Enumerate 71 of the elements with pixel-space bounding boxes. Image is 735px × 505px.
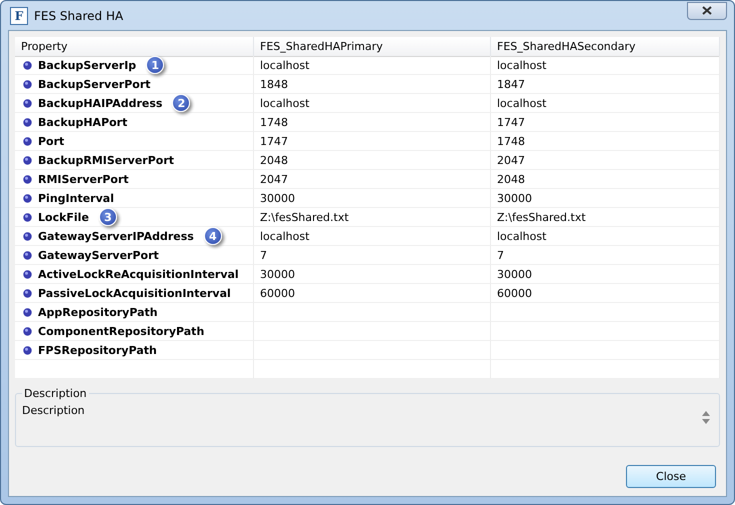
table-cell: 30000 (260, 192, 295, 204)
table-cell: localhost (260, 230, 310, 242)
table-cell: 7 (497, 248, 504, 262)
close-icon[interactable] (687, 2, 727, 20)
bullet-icon (23, 346, 32, 354)
property-name: BackupHAIPAddress (38, 96, 162, 110)
column-header[interactable]: Property (15, 37, 254, 57)
table-cell: 30000 (497, 192, 532, 204)
table-cell: 1747 (497, 116, 525, 128)
bullet-icon (23, 98, 32, 108)
bullet-icon (23, 212, 32, 222)
table-cell: 7 (260, 248, 267, 262)
table-cell: 2048 (260, 154, 288, 166)
property-name: Port (38, 134, 64, 148)
callout-badge: 1 (146, 56, 164, 74)
table-cell: Z:\fesShared.txt (497, 210, 586, 224)
table-cell: 1748 (260, 116, 288, 128)
property-name: PassiveLockAcquisitionInterval (38, 286, 231, 300)
table-cell: Z:\fesShared.txt (260, 210, 349, 224)
table-cell: 2047 (497, 154, 525, 166)
table-cell: 30000 (497, 268, 532, 280)
property-name: LockFile (38, 210, 89, 224)
description-text: Description (22, 404, 85, 417)
column-header[interactable]: FES_SharedHAPrimary (254, 37, 491, 57)
table-cell: localhost (497, 58, 546, 72)
table-cell: localhost (497, 96, 546, 110)
property-name: AppRepositoryPath (38, 306, 158, 318)
bullet-icon (23, 288, 32, 298)
bullet-icon (23, 308, 32, 316)
property-name: FPSRepositoryPath (38, 344, 157, 356)
callout-badge: 4 (204, 227, 222, 245)
window-title: FES Shared HA (34, 8, 124, 22)
bullet-icon (23, 194, 32, 202)
table-cell: localhost (260, 96, 310, 110)
bullet-icon (23, 270, 32, 278)
table-cell: 1747 (260, 134, 288, 148)
bullet-icon (23, 174, 32, 184)
property-name: BackupServerIp (38, 58, 136, 72)
property-name: GatewayServerIPAddress (38, 230, 194, 242)
group-legend: Description (22, 387, 89, 400)
table-cell: 1748 (497, 134, 525, 148)
property-name: ComponentRepositoryPath (38, 324, 204, 338)
table-cell: 60000 (260, 286, 295, 300)
table-cell: localhost (497, 230, 546, 242)
table-cell: 30000 (260, 268, 295, 280)
table-cell: 2047 (260, 172, 288, 186)
table-cell: 1847 (497, 78, 525, 90)
property-name: BackupRMIServerPort (38, 154, 174, 166)
bullet-icon (23, 156, 32, 164)
close-button[interactable]: Close (626, 465, 716, 488)
property-name: PingInterval (38, 192, 114, 204)
callout-badge: 2 (172, 94, 190, 112)
app-icon: F (10, 6, 28, 24)
property-name: GatewayServerPort (38, 248, 159, 262)
bullet-icon (23, 326, 32, 336)
property-name: BackupServerPort (38, 78, 151, 90)
bullet-icon (23, 136, 32, 146)
property-name: RMIServerPort (38, 172, 129, 186)
column-header[interactable]: FES_SharedHASecondary (491, 37, 720, 57)
bullet-icon (23, 232, 32, 240)
bullet-icon (23, 118, 32, 126)
bullet-icon (23, 60, 32, 70)
bullet-icon (23, 250, 32, 260)
table-cell: localhost (260, 58, 310, 72)
table-cell: 1848 (260, 78, 288, 90)
callout-badge: 3 (98, 208, 117, 226)
table-cell: 2048 (497, 172, 525, 186)
property-name: ActiveLockReAcquisitionInterval (38, 268, 239, 280)
property-name: BackupHAPort (38, 116, 128, 128)
table-cell: 60000 (497, 286, 532, 300)
bullet-icon (23, 80, 32, 88)
